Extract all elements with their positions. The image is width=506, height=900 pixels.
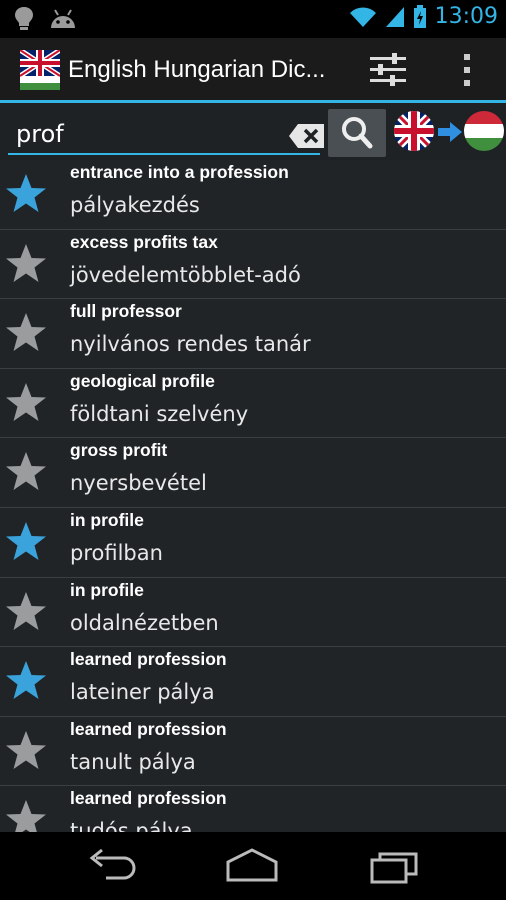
star-icon[interactable] bbox=[4, 311, 48, 355]
result-term: learned profession bbox=[70, 718, 227, 739]
result-term: geological profile bbox=[70, 370, 215, 391]
hungary-flag-icon[interactable] bbox=[463, 110, 505, 152]
result-translation: nyersbevétel bbox=[70, 471, 207, 496]
list-item[interactable]: full professor nyilvános rendes tanár bbox=[0, 299, 506, 369]
result-term: in profile bbox=[70, 509, 144, 530]
list-item[interactable]: excess profits tax jövedelemtöbblet-adó bbox=[0, 229, 506, 300]
result-translation: tanult pálya bbox=[70, 749, 196, 774]
overflow-menu-icon[interactable] bbox=[452, 50, 482, 90]
search-input[interactable] bbox=[16, 117, 266, 151]
star-icon[interactable] bbox=[4, 729, 48, 773]
bulb-icon bbox=[15, 7, 33, 30]
direction-arrow-icon[interactable] bbox=[437, 120, 463, 144]
result-translation: nyilvános rendes tanár bbox=[70, 332, 311, 357]
star-icon[interactable] bbox=[4, 590, 48, 634]
result-translation: tudós pálya bbox=[70, 819, 193, 832]
list-item[interactable]: geological profile földtani szelvény bbox=[0, 368, 506, 439]
list-item[interactable]: learned profession lateiner pálya bbox=[0, 647, 506, 717]
star-filled-icon[interactable] bbox=[4, 172, 48, 216]
result-translation: profilban bbox=[70, 540, 163, 565]
status-bar: 13:09 bbox=[0, 0, 506, 38]
recent-apps-icon[interactable] bbox=[366, 846, 426, 886]
result-term: entrance into a profession bbox=[70, 162, 289, 182]
result-translation: pályakezdés bbox=[70, 193, 200, 217]
list-item[interactable]: in profile profilban bbox=[0, 507, 506, 578]
wifi-icon bbox=[349, 6, 376, 27]
uk-flag-icon[interactable] bbox=[20, 50, 60, 90]
result-translation: lateiner pálya bbox=[70, 680, 215, 705]
home-icon[interactable] bbox=[222, 846, 282, 886]
result-translation: jövedelemtöbblet-adó bbox=[70, 262, 301, 287]
result-term: learned profession bbox=[70, 649, 227, 670]
star-icon[interactable] bbox=[4, 242, 48, 286]
star-icon[interactable] bbox=[4, 450, 48, 494]
android-icon bbox=[51, 9, 75, 28]
result-translation: földtani szelvény bbox=[70, 401, 249, 426]
result-translation: oldalnézetben bbox=[70, 610, 219, 635]
search-button[interactable] bbox=[328, 109, 386, 157]
result-term: learned profession bbox=[70, 788, 227, 809]
app-title: English Hungarian Dic... bbox=[68, 56, 326, 83]
search-icon bbox=[342, 117, 373, 149]
status-clock: 13:09 bbox=[434, 4, 498, 29]
list-item[interactable]: learned profession tudós pálya bbox=[0, 786, 506, 832]
settings-sliders-icon[interactable] bbox=[368, 50, 408, 90]
navigation-bar bbox=[0, 832, 506, 900]
battery-icon bbox=[413, 4, 426, 28]
uk-flag-icon[interactable] bbox=[393, 110, 435, 152]
list-item[interactable]: gross profit nyersbevétel bbox=[0, 438, 506, 508]
result-term: gross profit bbox=[70, 440, 168, 461]
list-item[interactable]: learned profession tanult pálya bbox=[0, 716, 506, 787]
result-term: in profile bbox=[70, 579, 144, 600]
signal-icon bbox=[385, 6, 404, 27]
action-bar: English Hungarian Dic... bbox=[0, 38, 506, 102]
list-item[interactable]: in profile oldalnézetben bbox=[0, 577, 506, 648]
result-term: full professor bbox=[70, 301, 182, 322]
results-list[interactable]: entrance into a profession pályakezdés exc… bbox=[0, 160, 506, 832]
back-icon[interactable] bbox=[82, 846, 142, 886]
star-filled-icon[interactable] bbox=[4, 520, 48, 564]
star-filled-icon[interactable] bbox=[4, 659, 48, 703]
result-term: excess profits tax bbox=[70, 231, 218, 252]
clear-text-icon[interactable] bbox=[288, 123, 326, 149]
star-icon[interactable] bbox=[4, 798, 48, 832]
star-icon[interactable] bbox=[4, 381, 48, 425]
search-field[interactable] bbox=[8, 111, 324, 155]
list-item[interactable]: entrance into a profession pályakezdés bbox=[0, 160, 506, 230]
